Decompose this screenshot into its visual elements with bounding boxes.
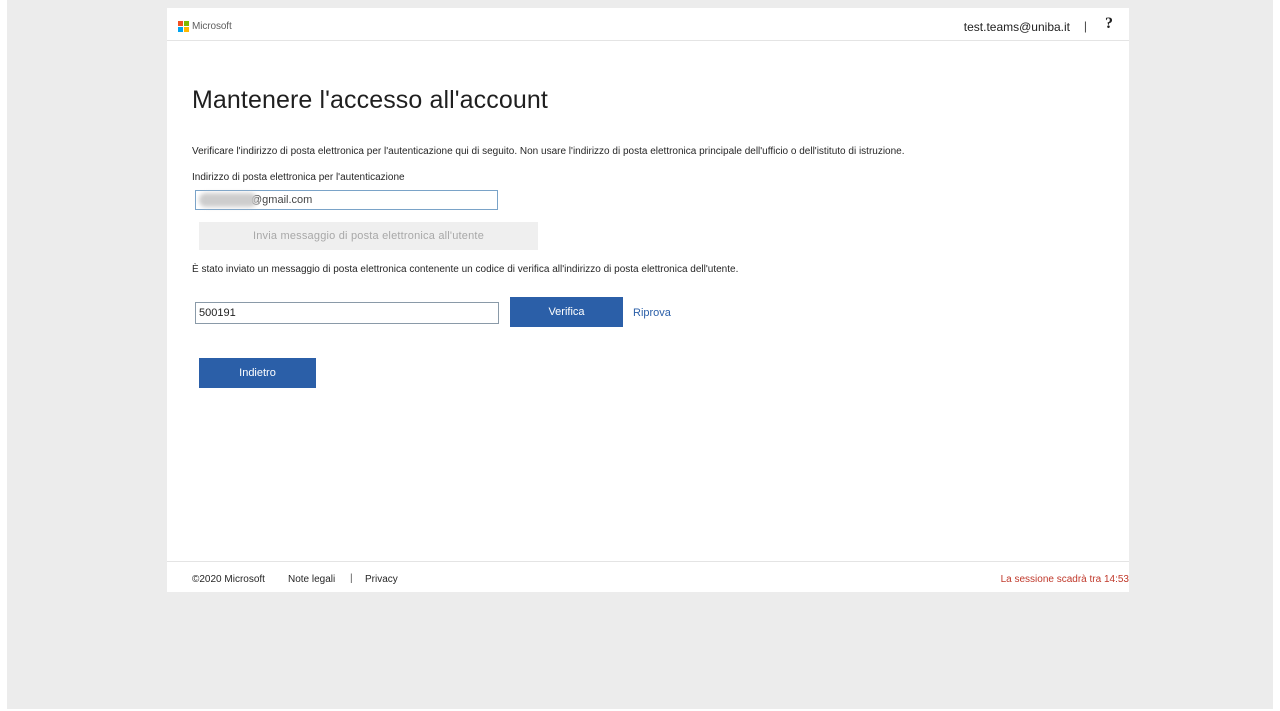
microsoft-logo-icon bbox=[178, 21, 189, 32]
header-separator: | bbox=[1083, 19, 1087, 33]
instructions-text: Verificare l'indirizzo di posta elettron… bbox=[192, 146, 905, 157]
back-button[interactable]: Indietro bbox=[199, 358, 316, 388]
brand-text: Microsoft bbox=[192, 21, 232, 32]
microsoft-logo: Microsoft bbox=[178, 21, 232, 32]
security-info-card: Microsoft test.teams@uniba.it | ? Manten… bbox=[167, 8, 1129, 592]
footer-separator: | bbox=[350, 573, 353, 584]
send-email-button[interactable]: Invia messaggio di posta elettronica all… bbox=[199, 222, 538, 250]
signed-in-user-email[interactable]: test.teams@uniba.it bbox=[964, 20, 1070, 34]
verify-button[interactable]: Verifica bbox=[510, 297, 623, 327]
redacted-email-blur bbox=[199, 193, 257, 207]
left-edge bbox=[0, 0, 7, 711]
email-sent-message: È stato inviato un messaggio di posta el… bbox=[192, 264, 739, 275]
help-icon[interactable]: ? bbox=[1105, 15, 1113, 33]
legal-notes-link[interactable]: Note legali bbox=[288, 574, 335, 585]
privacy-link[interactable]: Privacy bbox=[365, 574, 398, 585]
right-edge bbox=[1273, 0, 1280, 711]
email-field-label: Indirizzo di posta elettronica per l'aut… bbox=[192, 172, 405, 183]
retry-link[interactable]: Riprova bbox=[633, 307, 671, 319]
copyright-text: ©2020 Microsoft bbox=[192, 574, 265, 585]
session-timeout-text: La sessione scadrà tra 14:53 bbox=[1000, 574, 1129, 585]
footer: ©2020 Microsoft Note legali | Privacy La… bbox=[167, 561, 1129, 593]
page-title: Mantenere l'accesso all'account bbox=[192, 86, 548, 114]
verification-code-field[interactable]: 500191 bbox=[195, 302, 499, 324]
top-bar: Microsoft test.teams@uniba.it | ? bbox=[167, 8, 1129, 41]
